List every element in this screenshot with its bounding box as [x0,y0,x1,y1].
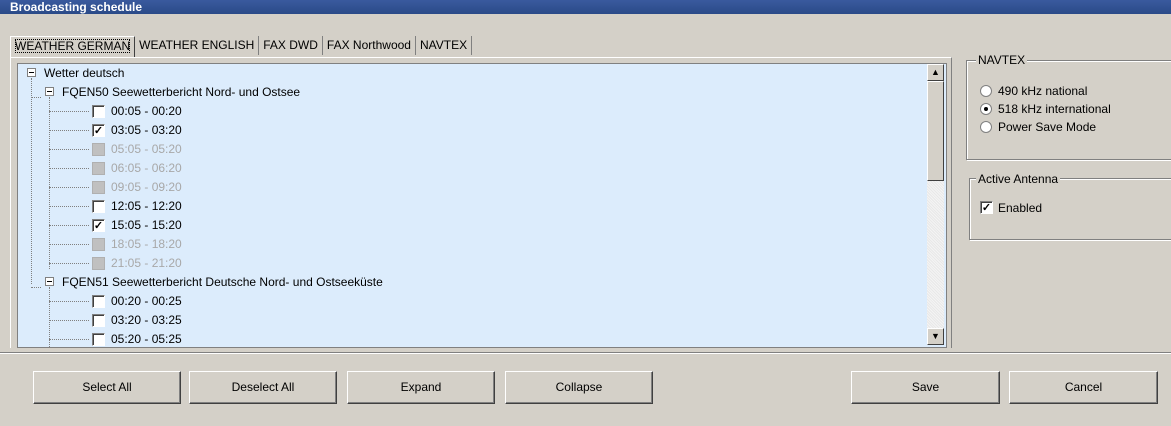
tree-line [49,287,50,347]
scroll-thumb[interactable] [927,81,944,181]
tree-node-label: Wetter deutsch [44,66,125,80]
schedule-item-label: 15:05 - 15:20 [111,218,182,232]
schedule-checkbox-checked[interactable]: ✓ [92,124,105,137]
schedule-item-label: 09:05 - 09:20 [111,180,182,194]
collapse-toggle-icon[interactable] [45,277,54,286]
radio-label: Power Save Mode [998,120,1097,134]
tab-strip: WEATHER GERMAN WEATHER ENGLISH FAX DWD F… [10,36,473,57]
collapse-button[interactable]: Collapse [505,371,653,404]
schedule-checkbox-disabled [92,257,105,270]
tab-label: FAX DWD [263,38,318,52]
radio-490-khz[interactable] [980,85,992,97]
select-all-button[interactable]: Select All [33,371,181,404]
radio-label: 490 kHz national [998,84,1088,98]
tab-label: FAX Northwood [326,38,411,52]
tree-line [31,97,41,98]
navtex-group-title: NAVTEX [976,53,1028,67]
tree-node-label: FQEN51 Seewetterbericht Deutsche Nord- u… [62,275,383,289]
schedule-item-label: 12:05 - 12:20 [111,199,182,213]
schedule-checkbox-disabled [92,181,105,194]
collapse-toggle-icon[interactable] [45,87,54,96]
schedule-checkbox[interactable] [92,295,105,308]
tree-line [49,225,89,226]
tab-weather-english[interactable]: WEATHER ENGLISH [135,36,260,55]
collapse-toggle-icon[interactable] [27,68,36,77]
schedule-item-label: 06:05 - 06:20 [111,161,182,175]
tree-line [49,187,89,188]
tree-line [31,287,41,288]
schedule-item-label: 03:05 - 03:20 [111,123,182,137]
tree-node-label: FQEN50 Seewetterbericht Nord- und Ostsee [62,85,301,99]
save-button[interactable]: Save [851,371,1000,404]
radio-518-khz[interactable] [980,103,992,115]
schedule-checkbox[interactable] [92,200,105,213]
separator [0,352,1171,354]
radio-label: 518 kHz international [998,102,1111,116]
tab-label: NAVTEX [419,38,468,52]
tree-line [49,111,89,112]
tab-fax-northwood[interactable]: FAX Northwood [322,36,416,55]
tree-line [49,320,89,321]
scroll-up-arrow-icon[interactable]: ▲ [927,64,944,81]
scroll-down-arrow-icon[interactable]: ▼ [927,328,944,345]
antenna-enabled-checkbox[interactable]: ✓ [980,201,993,214]
tree-line [49,244,89,245]
radio-power-save[interactable] [980,121,992,133]
schedule-item-label: 00:05 - 00:20 [111,104,182,118]
schedule-checkbox-disabled [92,143,105,156]
expand-button[interactable]: Expand [347,371,495,404]
tree-line [31,78,32,284]
schedule-checkbox[interactable] [92,314,105,327]
antenna-enabled-label: Enabled [998,201,1043,215]
title-bar: Broadcasting schedule [0,0,1171,14]
tree-line [49,130,89,131]
vertical-scrollbar[interactable]: ▲ ▼ [927,64,944,345]
tab-label: WEATHER GERMAN [15,39,131,53]
schedule-tree[interactable]: Wetter deutsch FQEN50 Seewetterbericht N… [17,63,947,348]
window-title: Broadcasting schedule [10,0,143,14]
antenna-group-title: Active Antenna [976,172,1061,186]
cancel-button[interactable]: Cancel [1009,371,1158,404]
schedule-checkbox-disabled [92,238,105,251]
tab-fax-dwd[interactable]: FAX DWD [259,36,323,55]
tree-line [49,206,89,207]
tab-weather-german[interactable]: WEATHER GERMAN [10,36,136,57]
tree-line [49,149,89,150]
schedule-checkbox-checked[interactable]: ✓ [92,219,105,232]
schedule-item-label: 18:05 - 18:20 [111,237,182,251]
tree-line [49,339,89,340]
deselect-all-button[interactable]: Deselect All [189,371,337,404]
tree-line [49,301,89,302]
schedule-item-label: 00:20 - 00:25 [111,294,182,308]
schedule-item-label: 21:05 - 21:20 [111,256,182,270]
schedule-item-label: 05:20 - 05:25 [111,332,182,346]
tree-line [49,168,89,169]
tree-line [49,263,89,264]
schedule-checkbox-disabled [92,162,105,175]
schedule-checkbox[interactable] [92,333,105,346]
schedule-item-label: 03:20 - 03:25 [111,313,182,327]
schedule-item-label: 05:05 - 05:20 [111,142,182,156]
tab-label: WEATHER ENGLISH [139,38,255,52]
tab-navtex[interactable]: NAVTEX [415,36,473,55]
schedule-checkbox[interactable] [92,105,105,118]
